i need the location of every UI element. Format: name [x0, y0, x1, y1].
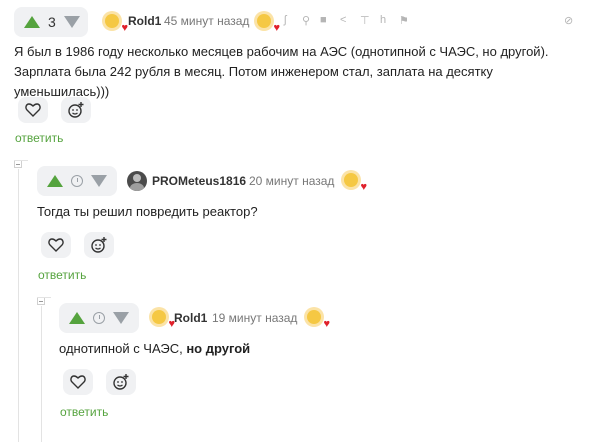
- award-emoji: ♥: [341, 170, 367, 193]
- like-button[interactable]: [18, 97, 48, 123]
- arrow-up-icon[interactable]: [47, 175, 63, 187]
- rss-icon[interactable]: ʃ: [284, 14, 286, 26]
- vote-box: 3: [14, 7, 88, 37]
- collapse-thread-button[interactable]: [37, 297, 45, 305]
- arrow-down-icon[interactable]: [63, 16, 80, 28]
- comment-text: Я был в 1986 году несколько месяцев рабо…: [14, 44, 549, 99]
- like-button[interactable]: [41, 232, 71, 258]
- add-emoji-icon: [91, 237, 107, 253]
- add-emoji-icon: [68, 102, 84, 118]
- reply-link[interactable]: ответить: [15, 131, 63, 145]
- heart-icon: ♥: [273, 22, 280, 34]
- add-reaction-button[interactable]: [84, 232, 114, 258]
- clock-icon: [71, 175, 83, 187]
- pin-icon[interactable]: ⊤: [360, 14, 370, 27]
- flag-icon[interactable]: ⚑: [399, 14, 409, 27]
- heart-icon: ♥: [360, 181, 367, 193]
- thread-line: [14, 160, 28, 161]
- user-avatar[interactable]: ♥: [149, 307, 175, 330]
- award-emoji: ♥: [254, 11, 280, 34]
- comment-score: 3: [48, 14, 56, 30]
- user-avatar[interactable]: [127, 171, 147, 191]
- comment-text-plain: однотипной с ЧАЭС,: [59, 341, 187, 356]
- comment-author[interactable]: Rold1: [174, 311, 207, 325]
- save-icon[interactable]: ■: [320, 14, 327, 26]
- block-icon[interactable]: ⊘: [564, 14, 573, 27]
- add-reaction-button[interactable]: [61, 97, 91, 123]
- user-avatar[interactable]: ♥: [102, 11, 128, 34]
- like-button[interactable]: [63, 369, 93, 395]
- arrow-up-icon[interactable]: [24, 16, 40, 28]
- comment-text: Тогда ты решил повредить реактор?: [37, 204, 258, 219]
- arrow-down-icon[interactable]: [91, 175, 107, 187]
- add-reaction-button[interactable]: [106, 369, 136, 395]
- reply-link[interactable]: ответить: [60, 405, 108, 419]
- clock-icon: [93, 312, 105, 324]
- heart-outline-icon: [70, 375, 86, 389]
- arrow-down-icon[interactable]: [113, 312, 129, 324]
- reply-link[interactable]: ответить: [38, 268, 86, 282]
- comment-text-bold: но другой: [186, 341, 251, 356]
- comment-author[interactable]: PROMeteus1816: [152, 174, 246, 188]
- collapse-thread-button[interactable]: [14, 160, 22, 168]
- comment-text: однотипной с ЧАЭС, но другой: [59, 339, 559, 359]
- vote-box: [59, 303, 139, 333]
- thread-line: [41, 306, 42, 442]
- hide-icon[interactable]: h: [380, 14, 386, 26]
- heart-outline-icon: [48, 238, 64, 252]
- share-icon[interactable]: <: [340, 14, 346, 26]
- comment-time[interactable]: 19 минут назад: [212, 311, 297, 325]
- link-icon[interactable]: ⚲: [302, 14, 310, 27]
- heart-outline-icon: [25, 103, 41, 117]
- add-emoji-icon: [113, 374, 129, 390]
- award-emoji: ♥: [304, 307, 330, 330]
- heart-icon: ♥: [323, 318, 330, 330]
- comment-author[interactable]: Rold1: [128, 14, 161, 28]
- thread-line: [18, 169, 19, 442]
- comment-time[interactable]: 45 минут назад: [164, 14, 249, 28]
- vote-box: [37, 166, 117, 196]
- comment-time[interactable]: 20 минут назад: [249, 174, 334, 188]
- arrow-up-icon[interactable]: [69, 312, 85, 324]
- thread-line: [37, 297, 51, 298]
